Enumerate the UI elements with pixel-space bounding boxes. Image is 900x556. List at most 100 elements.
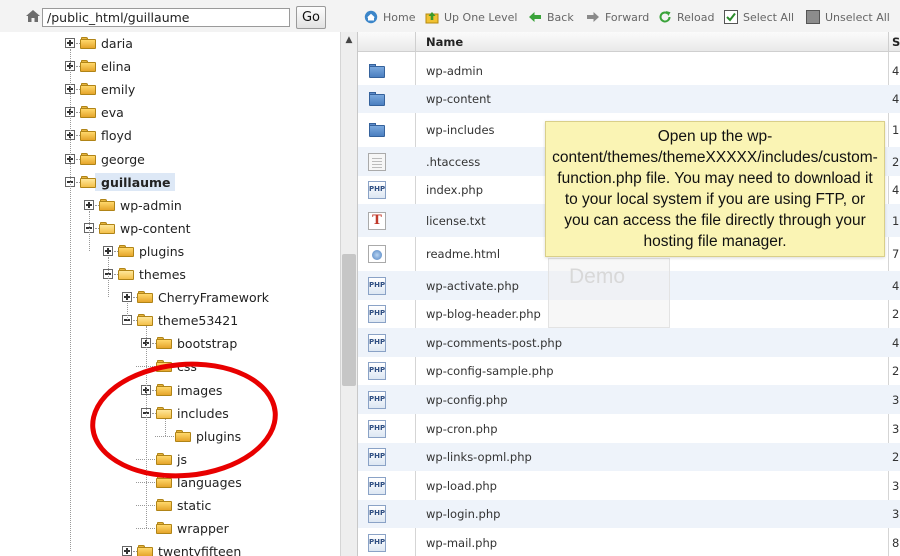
tree-folder-label: eva	[101, 105, 124, 121]
scroll-up-arrow-icon[interactable]: ▲	[341, 32, 357, 49]
file-size: 1	[892, 214, 900, 228]
tree-folder-label: bootstrap	[177, 336, 238, 352]
expand-plus-icon[interactable]	[65, 38, 75, 48]
go-button[interactable]: Go	[296, 6, 326, 29]
file-size: 4	[892, 92, 900, 106]
select-all-label: Select All	[743, 11, 795, 24]
file-list-header: Name S	[358, 32, 900, 52]
reload-label: Reload	[677, 11, 715, 24]
file-size: 2	[892, 155, 900, 169]
file-name: wp-admin	[426, 64, 483, 78]
php-file-icon: PHP	[368, 362, 386, 380]
checkbox-unchecked-icon	[806, 10, 820, 24]
tree-folder-wp-admin[interactable]: wp-admin	[84, 197, 324, 217]
php-file-icon: PHP	[368, 305, 386, 323]
file-size: 3	[892, 479, 900, 493]
back-label: Back	[547, 11, 574, 24]
checkbox-checked-icon	[724, 10, 738, 24]
up-one-level-label: Up One Level	[444, 11, 518, 24]
folder-icon	[99, 198, 115, 211]
unselect-all-label: Unselect All	[825, 11, 890, 24]
file-row[interactable]: PHP wp-config.php 3	[358, 385, 900, 414]
tree-folder-wp-content[interactable]: wp-content	[84, 220, 324, 240]
tree-folder-label: emily	[101, 82, 136, 98]
path-bar: Go	[0, 0, 358, 32]
file-row[interactable]: PHP wp-comments-post.php 4	[358, 328, 900, 357]
expand-plus-icon[interactable]	[103, 245, 113, 256]
file-name: wp-links-opml.php	[426, 450, 532, 464]
ghost-text: Demo	[569, 265, 626, 288]
folder-icon	[80, 83, 96, 96]
expand-plus-icon[interactable]	[122, 292, 132, 303]
file-row[interactable]: PHP wp-config-sample.php 2	[358, 357, 900, 385]
expand-plus-icon[interactable]	[84, 199, 94, 210]
tree-folder-eva[interactable]: eva	[65, 104, 305, 124]
folder-icon	[368, 121, 386, 139]
forward-arrow-icon	[587, 12, 599, 22]
file-size: 7	[892, 247, 900, 261]
file-row[interactable]: wp-admin 4	[358, 56, 900, 85]
tree-folder-elina[interactable]: elina	[65, 58, 305, 78]
file-size: 2	[892, 307, 900, 321]
php-file-icon: PHP	[368, 534, 386, 552]
tree-folder-twentyfifteen[interactable]: twentyfifteen	[122, 543, 340, 556]
forward-label: Forward	[605, 11, 650, 24]
background-ghost-panel: Demo	[548, 258, 670, 328]
file-row[interactable]: PHP wp-cron.php 3	[358, 414, 900, 443]
folder-icon	[80, 106, 96, 119]
folder-icon	[80, 152, 96, 165]
folder-tree-pane: Go daria elina emily eva floyd george guillaum…	[0, 0, 358, 556]
php-file-icon: PHP	[368, 477, 386, 495]
tree-folder-static[interactable]: static	[136, 497, 340, 517]
file-size: 3	[892, 422, 900, 436]
folder-icon	[80, 129, 96, 142]
file-size: 1	[892, 123, 900, 137]
file-name: wp-cron.php	[426, 422, 498, 436]
file-name: wp-comments-post.php	[426, 336, 563, 350]
path-input[interactable]	[42, 8, 290, 27]
expand-plus-icon[interactable]	[122, 546, 132, 556]
home-directory-icon[interactable]	[25, 9, 41, 23]
tree-folder-floyd[interactable]: floyd	[65, 127, 305, 147]
tree-folder-theme53421[interactable]: theme53421	[122, 312, 340, 332]
file-row[interactable]: PHP wp-links-opml.php 2	[358, 443, 900, 471]
tree-folder-wrapper[interactable]: wrapper	[136, 520, 340, 540]
home-icon	[364, 10, 378, 24]
column-header-name[interactable]: Name	[426, 35, 463, 49]
tree-folder-label: elina	[101, 59, 132, 75]
tree-folder-george[interactable]: george	[65, 151, 305, 171]
php-file-icon: PHP	[368, 391, 386, 409]
tree-folder-label: george	[101, 151, 145, 167]
tree-scrollbar[interactable]: ▲	[340, 32, 357, 556]
tree-folder-label: theme53421	[158, 313, 239, 329]
file-row[interactable]: wp-content 4	[358, 85, 900, 113]
file-size: 4	[892, 183, 900, 197]
file-size: 8	[892, 536, 900, 550]
tree-folder-label: twentyfifteen	[158, 544, 242, 556]
tree-folder-label: guillaume	[101, 174, 171, 190]
folder-icon	[118, 244, 134, 257]
tree-folder-label: themes	[139, 267, 186, 282]
file-size: 2	[892, 364, 900, 378]
tree-folder-themes[interactable]: themes	[103, 266, 340, 286]
up-folder-icon	[425, 12, 439, 24]
tree-folder-emily[interactable]: emily	[65, 81, 305, 101]
tree-folder-label: floyd	[101, 128, 132, 144]
scrollbar-thumb[interactable]	[342, 254, 356, 386]
tree-folder-plugins[interactable]: plugins	[103, 243, 340, 263]
php-file-icon: PHP	[368, 448, 386, 466]
folder-icon	[80, 37, 96, 49]
file-name: wp-load.php	[426, 479, 497, 493]
file-name: .htaccess	[426, 155, 481, 169]
file-size: 3	[892, 507, 900, 521]
file-size: 4	[892, 64, 900, 78]
tree-folder-guillaume[interactable]: guillaume	[65, 174, 305, 194]
php-file-icon: PHP	[368, 277, 386, 295]
file-row[interactable]: PHP wp-load.php 3	[358, 471, 900, 500]
file-row[interactable]: PHP wp-mail.php 8	[358, 528, 900, 556]
tree-folder-daria[interactable]: daria	[65, 35, 305, 55]
file-row[interactable]: PHP wp-login.php 3	[358, 500, 900, 528]
tree-folder-bootstrap[interactable]: bootstrap	[141, 335, 340, 355]
column-header-size[interactable]: S	[892, 35, 900, 49]
tree-folder-cherryframework[interactable]: CherryFramework	[122, 289, 340, 309]
